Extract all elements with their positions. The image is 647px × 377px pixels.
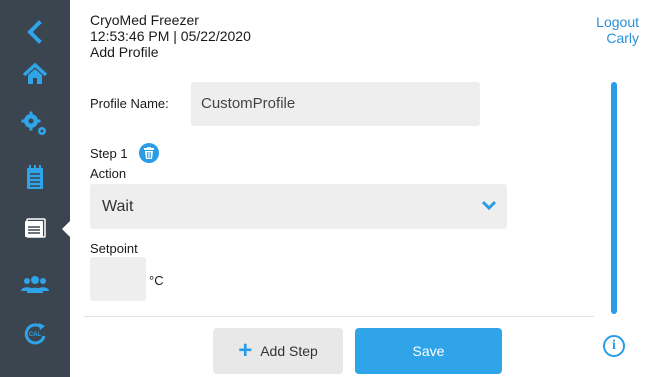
logout-link[interactable]: Logout Carly [596,14,639,46]
trash-icon [144,147,154,159]
divider [84,316,594,317]
sidebar: CAL [0,0,73,377]
home-icon [22,62,48,84]
add-step-label: Add Step [260,343,318,359]
datetime: 12:53:46 PM | 05/22/2020 [90,28,251,44]
active-indicator [62,218,73,240]
profile-name-label: Profile Name: [90,96,169,111]
step-label: Step 1 [90,146,128,161]
save-label: Save [412,343,445,359]
setpoint-label: Setpoint [90,241,138,256]
gears-icon [21,111,46,135]
calendar-icon [25,218,46,238]
profile-name-value: CustomProfile [201,95,296,112]
setpoint-unit: °C [149,273,164,288]
back-button[interactable] [15,12,55,52]
users-icon [21,276,49,293]
calibration-button[interactable]: CAL [15,313,55,353]
profile-name-input[interactable]: CustomProfile [191,82,480,126]
save-button[interactable]: Save [355,328,502,374]
delete-step-button[interactable] [139,143,159,163]
info-button[interactable]: i [603,335,625,357]
plus-icon: + [238,337,253,364]
setpoint-input[interactable] [90,257,146,301]
calibration-icon: CAL [24,323,46,345]
home-button[interactable] [15,54,55,94]
app-title: CryoMed Freezer [90,12,199,28]
action-value: Wait [102,198,134,215]
add-step-button[interactable]: + Add Step [213,328,343,374]
notes-button[interactable] [15,157,55,197]
action-label: Action [90,166,127,181]
notepad-icon [27,165,43,189]
svg-text:CAL: CAL [29,332,42,338]
page-title: Add Profile [90,44,159,60]
users-button[interactable] [15,264,55,304]
header: CryoMed Freezer 12:53:46 PM | 05/22/2020… [90,12,251,60]
info-icon: i [612,338,616,353]
settings-button[interactable] [15,104,55,144]
chevron-down-icon [481,200,497,211]
back-icon [27,20,42,44]
action-select[interactable]: Wait [90,184,507,229]
scrollbar[interactable] [611,82,617,314]
logout-label: Logout [596,14,639,30]
profiles-button[interactable] [15,209,55,249]
username: Carly [606,30,639,46]
